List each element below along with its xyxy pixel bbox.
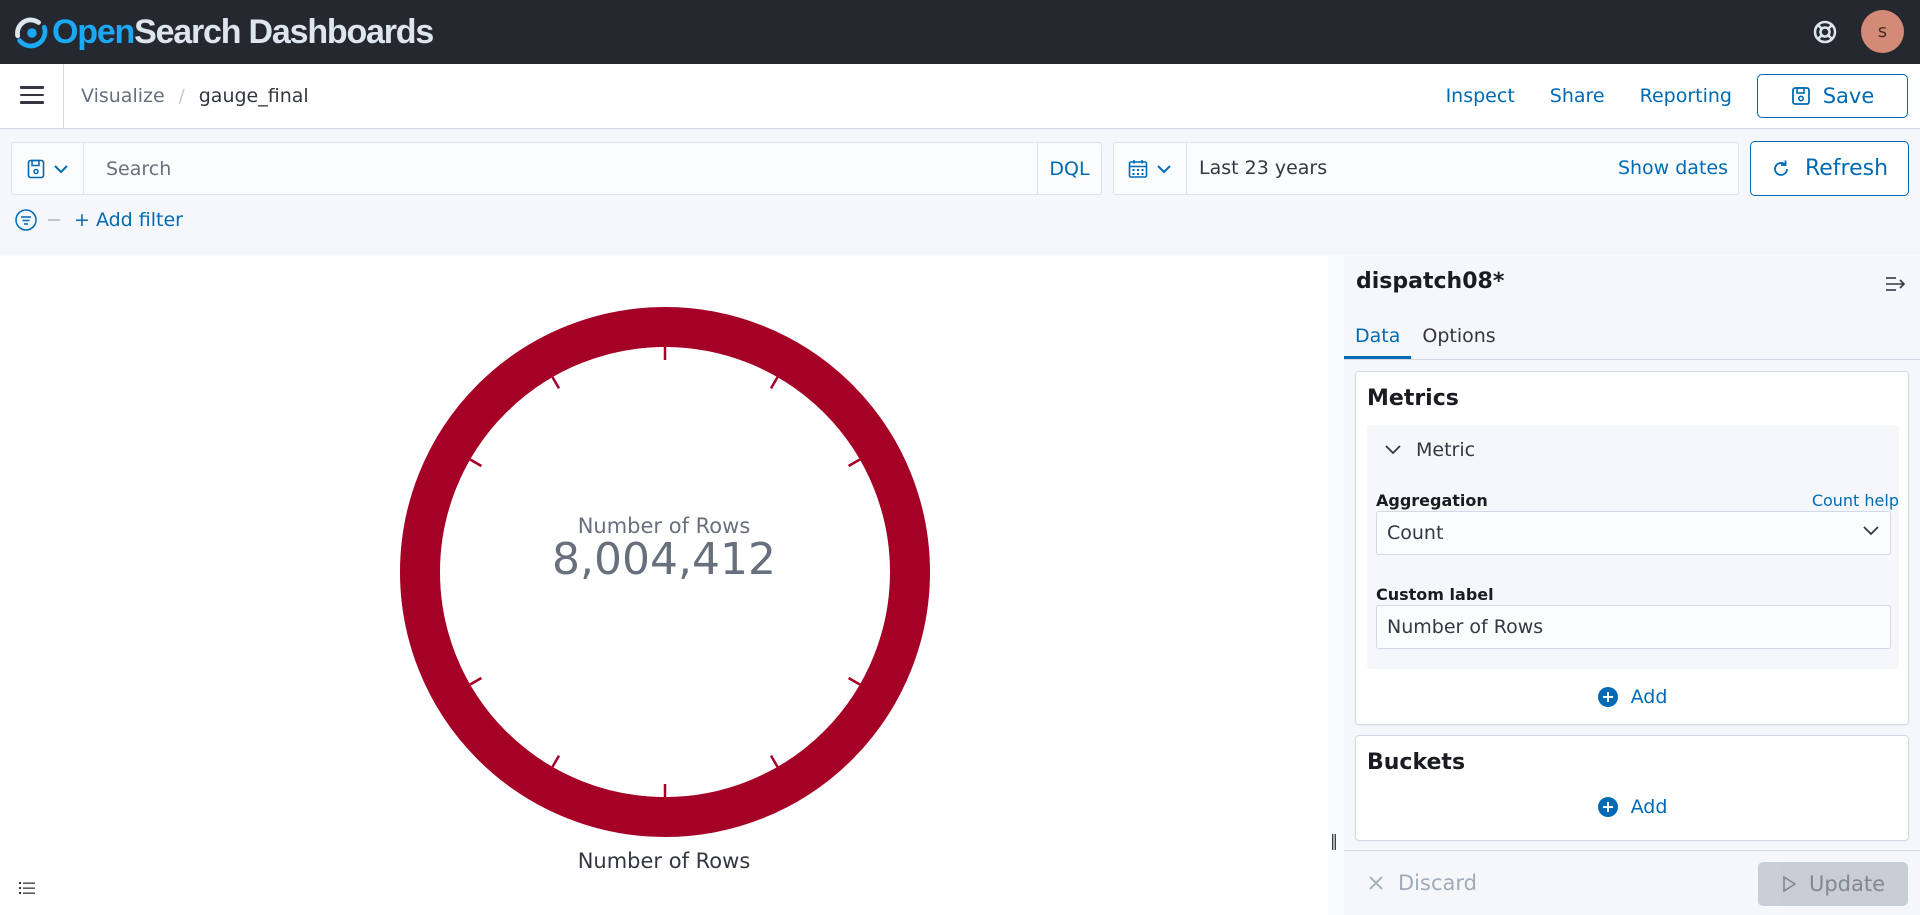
add-filter-button[interactable]: + Add filter (74, 209, 183, 231)
buckets-panel: Buckets Add (1355, 735, 1909, 841)
add-metric-label: Add (1630, 686, 1668, 708)
custom-label-input[interactable] (1376, 605, 1891, 649)
metric-accordion-toggle[interactable]: Metric (1384, 439, 1475, 461)
filter-options-icon[interactable] (14, 208, 38, 232)
editor-footer: Discard Update (1344, 850, 1920, 915)
gauge-label: Number of Rows (577, 849, 751, 873)
aggregation-select[interactable]: Count (1376, 511, 1891, 555)
add-bucket-button[interactable]: Add (1356, 796, 1908, 818)
nav-divider (63, 64, 64, 128)
legend-toggle-icon[interactable] (18, 879, 36, 897)
update-button[interactable]: Update (1758, 862, 1908, 906)
plus-in-circle-icon (1597, 797, 1618, 817)
filter-bar: + Add filter (14, 208, 183, 232)
opensearch-logo-icon (15, 17, 48, 49)
breadcrumb-visualize[interactable]: Visualize (81, 85, 165, 107)
panel-resize-handle[interactable]: ‖ (1330, 831, 1338, 850)
custom-label-label: Custom label (1376, 585, 1494, 604)
help-life-ring-icon[interactable] (1810, 17, 1840, 47)
top-nav-links: Inspect Share Reporting (1411, 85, 1732, 107)
save-icon (1791, 87, 1810, 105)
breadcrumb-separator: / (178, 85, 185, 107)
chevron-down-icon (1863, 526, 1879, 536)
gauge-tick (847, 458, 861, 468)
refresh-icon (1774, 160, 1788, 176)
user-avatar[interactable]: s (1861, 10, 1904, 53)
aggregation-label: Aggregation (1376, 491, 1488, 510)
editor-sidebar: dispatch08* Data Options Metrics Metric … (1344, 256, 1920, 915)
breadcrumb-current: gauge_final (198, 85, 309, 107)
quick-date-menu-button[interactable] (1114, 143, 1187, 194)
tab-options[interactable]: Options (1411, 313, 1506, 359)
count-help-link[interactable]: Count help (1812, 491, 1899, 510)
add-metric-button[interactable]: Add (1356, 686, 1908, 708)
search-input[interactable] (84, 143, 1048, 194)
save-button[interactable]: Save (1757, 74, 1908, 118)
chevron-down-icon (1385, 445, 1401, 455)
date-range-text[interactable]: Last 23 years (1199, 157, 1327, 179)
query-bar: DQL Last 23 years Show dates Refresh (0, 130, 1920, 255)
gauge-tick (551, 754, 561, 768)
opensearch-dashboards-logo[interactable]: OpenSearch Dashboards (12, 12, 434, 52)
search-group: DQL (11, 142, 1102, 195)
brand-name-rest: Search Dashboards (134, 12, 434, 51)
date-picker: Last 23 years Show dates (1113, 142, 1739, 195)
visualization-area: Number of Rows 8,004,412 Number of Rows … (0, 256, 1338, 915)
collapse-sidebar-icon[interactable] (1884, 274, 1908, 294)
app-nav-bar: Visualize / gauge_final Inspect Share Re… (0, 64, 1920, 129)
share-link[interactable]: Share (1550, 85, 1605, 107)
gauge-tick (469, 458, 483, 468)
chevron-down-icon (1157, 164, 1171, 173)
brand-name-open: Open (52, 12, 135, 51)
index-pattern-title: dispatch08* (1356, 269, 1505, 294)
filter-divider (48, 219, 60, 221)
gauge-tick (769, 376, 779, 390)
metric-accordion: Metric Aggregation Count help Count Cust… (1367, 425, 1899, 669)
saved-query-button[interactable] (12, 143, 84, 194)
gauge-tick (847, 676, 861, 686)
discard-button[interactable]: Discard (1368, 871, 1477, 895)
metrics-panel: Metrics Metric Aggregation Count help Co… (1355, 371, 1909, 725)
refresh-button-label: Refresh (1804, 156, 1889, 181)
gauge-tick (469, 676, 483, 686)
discard-label: Discard (1398, 871, 1477, 895)
breadcrumb: Visualize / gauge_final (81, 85, 309, 107)
inspect-link[interactable]: Inspect (1446, 85, 1515, 107)
tab-data[interactable]: Data (1344, 313, 1412, 359)
chevron-down-icon (53, 164, 68, 173)
hamburger-menu-icon[interactable] (20, 86, 44, 106)
reporting-link[interactable]: Reporting (1640, 85, 1732, 107)
brand-name: OpenSearch Dashboards (52, 12, 434, 52)
gauge-tick (551, 376, 561, 390)
play-icon (1783, 875, 1797, 893)
gauge-tick (769, 754, 779, 768)
save-button-label: Save (1822, 84, 1875, 108)
query-language-toggle[interactable]: DQL (1037, 143, 1101, 194)
aggregation-selected-value: Count (1387, 522, 1444, 544)
saved-query-icon (27, 159, 44, 178)
calendar-icon (1128, 159, 1148, 178)
editor-tabs: Data Options (1344, 313, 1920, 360)
plus-in-circle-icon (1597, 687, 1618, 707)
gauge-value: 8,004,412 (552, 534, 776, 585)
metric-header-label: Metric (1416, 439, 1476, 461)
global-header: OpenSearch Dashboards s (0, 0, 1920, 64)
buckets-title: Buckets (1367, 750, 1466, 775)
close-icon (1369, 876, 1383, 890)
show-dates-link[interactable]: Show dates (1618, 157, 1728, 179)
update-label: Update (1808, 872, 1886, 896)
add-bucket-label: Add (1630, 796, 1668, 818)
refresh-button[interactable]: Refresh (1750, 141, 1909, 196)
metrics-title: Metrics (1367, 386, 1459, 411)
